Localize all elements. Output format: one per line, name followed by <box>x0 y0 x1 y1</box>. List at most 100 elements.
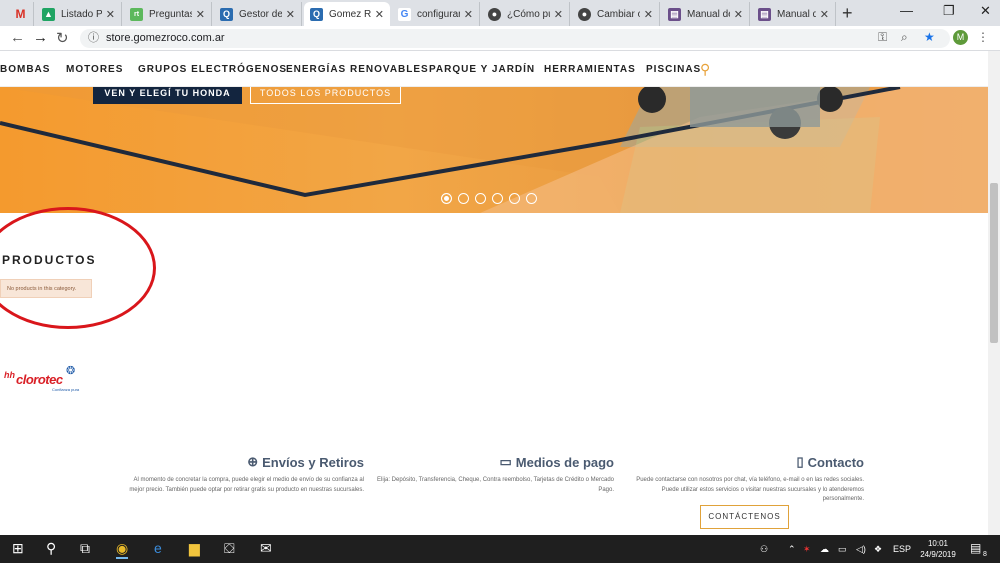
slider-dots <box>441 193 537 204</box>
notification-center-icon[interactable]: ▤ <box>970 541 981 555</box>
slider-dot[interactable] <box>526 193 537 204</box>
hero-slider: VEN Y ELEGÍ TU HONDA TODOS LOS PRODUCTOS <box>0 87 988 213</box>
slider-dot[interactable] <box>492 193 503 204</box>
tab-label: ¿Cómo pu <box>507 8 550 20</box>
nav-bombas[interactable]: BOMBAS <box>0 64 50 75</box>
nav-motores[interactable]: MOTORES <box>66 64 123 75</box>
tab-label: configurar <box>417 8 460 20</box>
forum-icon: ● <box>578 7 591 21</box>
tab-gomez-roco[interactable]: Q Gomez Ro ✕ <box>304 2 390 26</box>
info-icon[interactable]: ⓘ <box>88 29 99 48</box>
mail-icon[interactable]: ✉ <box>260 540 272 557</box>
footer-payment: ▭ Medios de pago Elija: Depósito, Transfe… <box>374 454 614 495</box>
bookmark-star-icon[interactable]: ★ <box>924 30 935 44</box>
volume-icon[interactable]: ◁) <box>856 544 866 555</box>
zoom-icon[interactable]: ⌕ <box>901 30 908 45</box>
close-icon[interactable]: ✕ <box>375 8 384 21</box>
clock-date: 24/9/2019 <box>920 550 956 559</box>
close-icon[interactable]: ✕ <box>196 8 205 21</box>
reload-icon[interactable]: ↻ <box>56 29 69 47</box>
browser-toolbar: ← → ↻ ⓘ store.gomezroco.com.ar ⚿ ⌕ ★ ⋮ <box>0 26 1000 51</box>
slider-dot[interactable] <box>475 193 486 204</box>
close-icon[interactable]: ✕ <box>644 8 653 21</box>
tab-label: Listado Pr <box>61 8 102 20</box>
address-bar[interactable]: ⓘ store.gomezroco.com.ar <box>80 29 950 48</box>
water-drop-icon: ❂ <box>66 365 76 377</box>
close-icon[interactable]: ✕ <box>286 8 295 21</box>
footer-contact: ▯ Contacto Puede contactarse con nosotros… <box>624 454 864 505</box>
search-icon[interactable]: ⚲ <box>46 540 56 557</box>
scrollbar-thumb[interactable] <box>990 183 998 343</box>
chat-icon: ▯ <box>796 454 804 469</box>
tab-manual-2[interactable]: ▤ Manual de ✕ <box>752 2 836 26</box>
maximize-icon[interactable]: ❐ <box>943 3 955 19</box>
edge-icon[interactable]: e <box>154 540 162 556</box>
tab-configurar[interactable]: G configurar ✕ <box>392 2 480 26</box>
web-page: BOMBAS MOTORES GRUPOS ELECTRÓGENOS ENERG… <box>0 51 988 535</box>
window-close-icon[interactable]: ✕ <box>980 3 991 19</box>
tab-label: Cambiar o <box>597 8 640 20</box>
search-icon[interactable]: ⚲ <box>700 61 710 78</box>
tab-label: Gestor de <box>239 8 282 20</box>
drive-icon: ▲ <box>42 7 55 21</box>
nav-grupos-electrogenos[interactable]: GRUPOS ELECTRÓGENOS <box>138 64 287 75</box>
back-icon[interactable]: ← <box>10 29 25 46</box>
avatar[interactable]: M <box>953 30 968 45</box>
new-tab-icon[interactable]: + <box>842 3 853 24</box>
tab-gmail[interactable]: M <box>8 2 34 26</box>
contact-button[interactable]: CONTÁCTENOS <box>700 505 789 529</box>
payment-title: Medios de pago <box>515 454 614 470</box>
antivirus-icon[interactable]: ✶ <box>803 544 811 555</box>
notification-count: 8 <box>983 551 987 558</box>
people-icon[interactable]: ⚇ <box>760 544 768 555</box>
onedrive-icon[interactable]: ☁ <box>820 544 829 555</box>
minimize-icon[interactable]: — <box>900 3 913 18</box>
tab-label: Manual de <box>687 8 730 20</box>
nav-piscinas[interactable]: PISCINAS <box>646 64 701 75</box>
tab-manual-1[interactable]: ▤ Manual de ✕ <box>662 2 750 26</box>
task-view-icon[interactable]: ⧉ <box>80 540 90 557</box>
logo-name: clorotec <box>16 372 63 387</box>
logo-tagline: Confianza pura <box>52 387 80 392</box>
nav-herramientas[interactable]: HERRAMIENTAS <box>544 64 636 75</box>
slider-dot[interactable] <box>458 193 469 204</box>
tab-preguntas[interactable]: rt Preguntas ✕ <box>124 2 212 26</box>
file-explorer-icon[interactable]: ▆ <box>189 540 200 557</box>
doc-icon: ▤ <box>668 7 681 21</box>
all-products-button[interactable]: TODOS LOS PRODUCTOS <box>250 87 401 104</box>
honda-button[interactable]: VEN Y ELEGÍ TU HONDA <box>93 87 242 104</box>
close-icon[interactable]: ✕ <box>554 8 563 21</box>
forum-icon: ● <box>488 7 501 21</box>
nav-energias-renovables[interactable]: ENERGÍAS RENOVABLES <box>286 64 429 75</box>
shipping-text: Al momento de concretar la compra, puede… <box>129 477 364 493</box>
chrome-icon[interactable]: ◉ <box>116 540 129 559</box>
network-icon[interactable]: ▭ <box>838 544 847 555</box>
logo-hh: hh <box>4 370 15 380</box>
close-icon[interactable]: ✕ <box>464 8 473 21</box>
tab-cambiar[interactable]: ● Cambiar o ✕ <box>572 2 660 26</box>
slider-dot[interactable] <box>441 193 452 204</box>
clock[interactable]: 10:01 24/9/2019 <box>918 538 958 560</box>
footer-shipping: ⊕ Envíos y Retiros Al momento de concreta… <box>124 454 364 495</box>
annotation-circle <box>0 207 156 329</box>
close-icon[interactable]: ✕ <box>734 8 743 21</box>
forward-icon[interactable]: → <box>33 29 48 46</box>
dropbox-icon[interactable]: ❖ <box>874 544 882 555</box>
tray-chevron-icon[interactable]: ⌃ <box>788 544 796 555</box>
google-icon: G <box>398 7 411 21</box>
tab-como-pu[interactable]: ● ¿Cómo pu ✕ <box>482 2 570 26</box>
store-icon[interactable]: ⛋ <box>224 540 235 557</box>
site-navigation: BOMBAS MOTORES GRUPOS ELECTRÓGENOS ENERG… <box>0 51 988 87</box>
menu-icon[interactable]: ⋮ <box>977 30 989 44</box>
close-icon[interactable]: ✕ <box>106 8 115 21</box>
tab-label: Gomez Ro <box>329 8 371 20</box>
clorotec-logo[interactable]: hh clorotec Confianza pura ❂ <box>2 364 82 394</box>
windows-start-icon[interactable]: ⊞ <box>12 540 24 557</box>
nav-parque-y-jardin[interactable]: PARQUE Y JARDÍN <box>429 64 535 75</box>
tab-gestor[interactable]: Q Gestor de ✕ <box>214 2 302 26</box>
language-indicator[interactable]: ESP <box>893 544 911 554</box>
tab-listado[interactable]: ▲ Listado Pr ✕ <box>36 2 122 26</box>
close-icon[interactable]: ✕ <box>820 8 829 21</box>
key-icon[interactable]: ⚿ <box>878 30 887 45</box>
slider-dot[interactable] <box>509 193 520 204</box>
